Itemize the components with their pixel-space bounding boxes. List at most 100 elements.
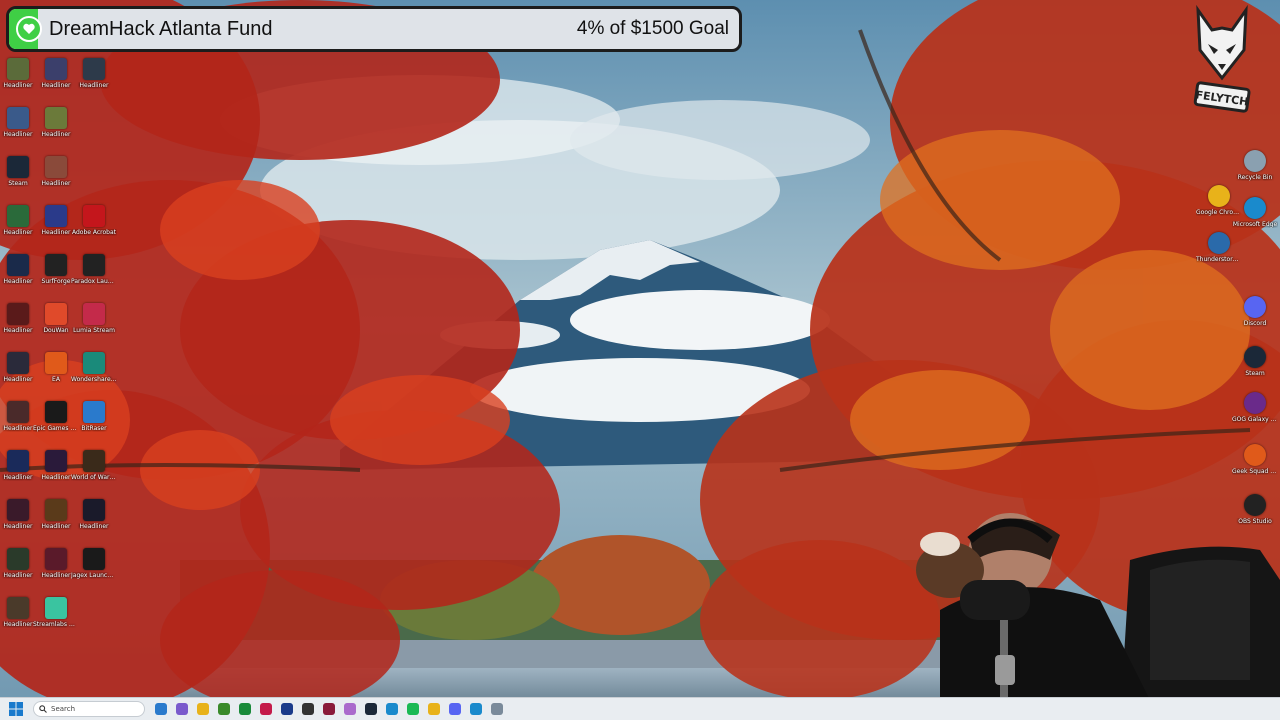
chrome-icon[interactable] [425, 700, 443, 718]
app-icon [1244, 296, 1266, 318]
app-icon [7, 352, 29, 374]
desktop-icon[interactable]: Thunderstore Mod Manager [1196, 232, 1242, 278]
app-icon [7, 548, 29, 570]
app-icon [7, 107, 29, 129]
desktop-icon[interactable]: Headliner [33, 107, 79, 153]
app-icon [45, 205, 67, 227]
desktop-icon-label: Recycle Bin [1237, 174, 1273, 181]
app-icon-4[interactable] [488, 700, 506, 718]
desktop-icon-label: Wondershare Filmora [71, 376, 117, 383]
desktop-icon[interactable]: Steam [1232, 346, 1278, 392]
obs-icon[interactable] [467, 700, 485, 718]
app-icon [45, 58, 67, 80]
desktop-icon[interactable]: Wondershare Filmora [71, 352, 117, 398]
app-icon[interactable] [320, 700, 338, 718]
desktop-icon-label: World of Warcraft [71, 474, 117, 481]
desktop-icon-label: Headliner [79, 82, 109, 89]
spotify-icon[interactable] [404, 700, 422, 718]
xbox-icon[interactable] [236, 700, 254, 718]
taskbar-app-glyph [218, 703, 230, 715]
taskbar-app-glyph [260, 703, 272, 715]
app-icon [83, 499, 105, 521]
app-icon [1208, 232, 1230, 254]
goal-title: DreamHack Atlanta Fund [49, 18, 273, 40]
desktop-icon[interactable]: Geek Squad Supporter [1232, 444, 1278, 490]
desktop-icon[interactable]: GOG Galaxy Shortcut [1232, 392, 1278, 438]
taskbar-app-glyph [323, 703, 335, 715]
taskbar-app-glyph [197, 703, 209, 715]
taskbar-app-glyph [176, 703, 188, 715]
app-icon [45, 303, 67, 325]
app-icon [83, 205, 105, 227]
taskbar-search-box[interactable]: Search [33, 701, 145, 717]
desktop-icon-label: Thunderstore Mod Manager [1196, 256, 1242, 263]
app-icon [1244, 346, 1266, 368]
app-icon [83, 303, 105, 325]
minecraft-icon[interactable] [215, 700, 233, 718]
desktop-icon-label: BitRaser [81, 425, 107, 432]
ms-store-icon[interactable] [257, 700, 275, 718]
app-icon [7, 450, 29, 472]
taskbar-app-glyph [155, 703, 167, 715]
steam-icon[interactable] [362, 700, 380, 718]
taskbar-app-glyph [239, 703, 251, 715]
desktop-icon-label: Lumia Stream [73, 327, 115, 334]
desktop-icon[interactable]: BitRaser [71, 401, 117, 447]
desktop-icon[interactable]: Streamlabs Desktop [33, 597, 79, 643]
app-icon [7, 303, 29, 325]
app-icon-2[interactable] [341, 700, 359, 718]
desktop-icon[interactable]: Adobe Acrobat [71, 205, 117, 251]
heart-icon [16, 16, 42, 42]
desktop-icon-label: Headliner [41, 180, 71, 187]
desktop-icon-label: Headliner [79, 523, 109, 530]
taskbar-app-glyph [344, 703, 356, 715]
app-icon [7, 205, 29, 227]
widgets-icon[interactable] [152, 700, 170, 718]
app-icon [83, 352, 105, 374]
desktop-icon[interactable]: Jagex Launcher [71, 548, 117, 594]
desktop-icon-label: Paradox Launcher [71, 278, 117, 285]
desktop-icon[interactable]: Discord [1232, 296, 1278, 342]
app-icon-3[interactable] [446, 700, 464, 718]
start-button[interactable] [5, 698, 27, 720]
desktop-icon-label: Jagex Launcher [71, 572, 117, 579]
desktop-icon[interactable]: Paradox Launcher [71, 254, 117, 300]
desktop-icon[interactable]: World of Warcraft [71, 450, 117, 496]
copilot-icon[interactable] [173, 700, 191, 718]
app-icon [1244, 444, 1266, 466]
webcam-overlay [900, 500, 1280, 720]
app-icon [7, 401, 29, 423]
app-icon [83, 58, 105, 80]
app-icon [7, 156, 29, 178]
edge-icon[interactable] [383, 700, 401, 718]
file-explorer-icon[interactable] [194, 700, 212, 718]
app-icon [45, 548, 67, 570]
media-icon[interactable] [299, 700, 317, 718]
windows-logo-icon [9, 702, 23, 716]
app-icon [7, 597, 29, 619]
app-icon [1244, 150, 1266, 172]
goal-progress-text: 4% of $1500 Goal [576, 18, 729, 39]
desktop-icon-label: Steam [1245, 370, 1265, 377]
app-icon [1244, 392, 1266, 414]
search-placeholder: Search [51, 705, 76, 713]
desktop-icon[interactable]: Headliner [71, 58, 117, 104]
photoshop-icon[interactable] [278, 700, 296, 718]
desktop-icon-label: Discord [1243, 320, 1267, 327]
app-icon [1244, 197, 1266, 219]
donation-goal-widget: DreamHack Atlanta Fund 4% of $1500 Goal [6, 6, 742, 52]
taskbar-apps [149, 700, 506, 718]
app-icon [83, 401, 105, 423]
taskbar-app-glyph [302, 703, 314, 715]
taskbar-app-glyph [491, 703, 503, 715]
taskbar-app-glyph [470, 703, 482, 715]
app-icon [45, 597, 67, 619]
app-icon [83, 254, 105, 276]
app-icon [7, 254, 29, 276]
desktop-icon-label: Streamlabs Desktop [33, 621, 79, 628]
desktop-icon[interactable]: Headliner [71, 499, 117, 545]
desktop-icon[interactable]: Lumia Stream [71, 303, 117, 349]
desktop-icon[interactable]: Headliner [33, 156, 79, 202]
taskbar-app-glyph [281, 703, 293, 715]
streamer-camera [916, 513, 1280, 720]
